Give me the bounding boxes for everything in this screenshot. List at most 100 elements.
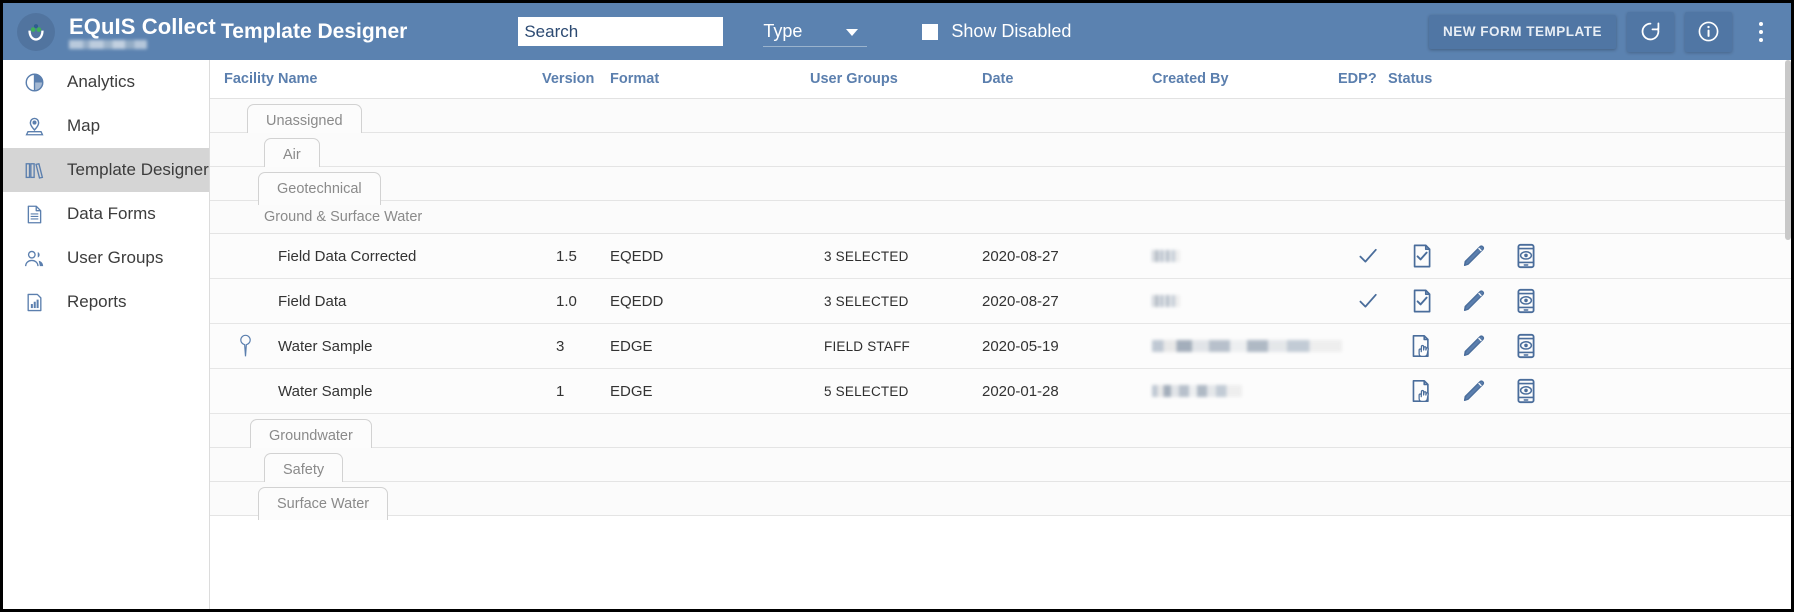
document-check-action-button[interactable]	[1400, 234, 1444, 278]
mobile-preview-action-button[interactable]	[1504, 369, 1548, 413]
cell-version: 3	[556, 324, 564, 368]
report-chart-icon	[19, 291, 49, 314]
table-header-row: FacilityName Version Format User Groups Date…	[210, 60, 1791, 99]
cell-date: 2020-01-28	[982, 369, 1059, 413]
sidebar: Analytics Map Template Designer	[3, 60, 210, 609]
cell-date: 2020-08-27	[982, 234, 1059, 278]
table-row[interactable]: Field Data1.0EQEDD3 SELECTED2020-08-27	[210, 279, 1791, 324]
cell-version: 1.0	[556, 279, 577, 323]
sidebar-item-label: Data Forms	[67, 204, 156, 224]
cell-version: 1.5	[556, 234, 577, 278]
sidebar-item-map[interactable]: Map	[3, 104, 209, 148]
edp-check-icon	[1346, 234, 1390, 278]
group-tab-row: Safety	[210, 448, 1791, 482]
sidebar-item-label: Analytics	[67, 72, 135, 92]
brand: EQuIS Collect	[69, 15, 216, 49]
edit-pencil-action-button[interactable]	[1452, 279, 1496, 323]
type-filter-dropdown[interactable]: Type	[763, 17, 867, 47]
sidebar-item-user-groups[interactable]: User Groups	[3, 236, 209, 280]
column-header-name[interactable]: Name	[278, 71, 318, 87]
cell-name: Field Data Corrected	[278, 234, 416, 278]
mobile-preview-action-button[interactable]	[1504, 279, 1548, 323]
pie-chart-icon	[19, 71, 49, 94]
show-disabled-toggle[interactable]: Show Disabled	[922, 21, 1071, 42]
more-vertical-icon-dot	[1759, 38, 1763, 42]
more-vertical-icon-dot	[1759, 30, 1763, 34]
books-icon	[19, 159, 49, 182]
more-options-button[interactable]	[1741, 12, 1781, 52]
chevron-down-icon	[846, 29, 858, 36]
edit-pencil-action-button[interactable]	[1452, 369, 1496, 413]
column-header-version[interactable]: Version	[542, 71, 594, 87]
brand-area: EQuIS Collect	[3, 3, 210, 60]
edit-pencil-action-button[interactable]	[1452, 324, 1496, 368]
column-header-status[interactable]: Status	[1388, 71, 1432, 87]
cell-created-by-redacted	[1152, 369, 1242, 413]
cell-name: Water Sample	[278, 324, 372, 368]
cell-name: Field Data	[278, 279, 346, 323]
brand-name: EQuIS Collect	[69, 15, 216, 38]
cell-user_groups: 5 SELECTED	[824, 369, 909, 413]
page-title: Template Designer	[221, 20, 407, 44]
sidebar-item-label: Template Designer	[67, 160, 209, 180]
column-header-format[interactable]: Format	[610, 71, 659, 87]
cell-format: EDGE	[610, 369, 653, 413]
info-button[interactable]	[1685, 12, 1732, 52]
brand-subtitle-redacted	[69, 40, 147, 49]
table-row[interactable]: Water Sample3EDGEFIELD STAFF2020-05-19	[210, 324, 1791, 369]
new-form-template-button[interactable]: NEW FORM TEMPLATE	[1429, 15, 1616, 49]
edit-pencil-action-button[interactable]	[1452, 234, 1496, 278]
document-icon	[19, 203, 49, 226]
group-tab-row: Unassigned	[210, 99, 1791, 133]
column-header-user_groups[interactable]: User Groups	[810, 71, 898, 87]
search-input[interactable]: Search	[518, 17, 723, 46]
vertical-scrollbar[interactable]	[1785, 60, 1791, 609]
group-header-expanded[interactable]: Ground & Surface Water	[210, 201, 1791, 234]
show-disabled-label: Show Disabled	[951, 21, 1071, 42]
equis-logo-icon[interactable]	[17, 13, 55, 51]
header-actions: NEW FORM TEMPLATE	[1429, 3, 1791, 60]
sidebar-item-label: Map	[67, 116, 100, 136]
document-hand-action-button[interactable]	[1400, 324, 1444, 368]
group-tab-row: Geotechnical	[210, 167, 1791, 201]
column-header-edp[interactable]: EDP?	[1338, 71, 1377, 87]
mobile-preview-action-button[interactable]	[1504, 324, 1548, 368]
location-pin-icon	[236, 324, 255, 368]
cell-user_groups: 3 SELECTED	[824, 279, 909, 323]
table-row[interactable]: Field Data Corrected1.5EQEDD3 SELECTED20…	[210, 234, 1791, 279]
group-tab-row: Groundwater	[210, 414, 1791, 448]
users-icon	[19, 247, 49, 270]
app-header: EQuIS Collect Template Designer Search T…	[3, 3, 1791, 60]
group-tab[interactable]: Surface Water	[258, 487, 388, 520]
document-check-action-button[interactable]	[1400, 279, 1444, 323]
cell-created-by-redacted	[1152, 234, 1180, 278]
search-placeholder: Search	[524, 22, 578, 41]
mobile-preview-action-button[interactable]	[1504, 234, 1548, 278]
sidebar-item-label: Reports	[67, 292, 127, 312]
cell-format: EQEDD	[610, 234, 663, 278]
group-tab[interactable]: Geotechnical	[258, 172, 381, 205]
table-body: UnassignedAirGeotechnicalGround & Surfac…	[210, 99, 1791, 516]
document-hand-action-button[interactable]	[1400, 369, 1444, 413]
cell-created-by-redacted	[1152, 324, 1342, 368]
cell-name: Water Sample	[278, 369, 372, 413]
sidebar-item-analytics[interactable]: Analytics	[3, 60, 209, 104]
cell-user_groups: FIELD STAFF	[824, 324, 910, 368]
sidebar-item-template-designer[interactable]: Template Designer	[3, 148, 209, 192]
cell-version: 1	[556, 369, 564, 413]
sidebar-item-reports[interactable]: Reports	[3, 280, 209, 324]
map-pin-icon	[19, 115, 49, 138]
sidebar-item-label: User Groups	[67, 248, 163, 268]
sidebar-item-data-forms[interactable]: Data Forms	[3, 192, 209, 236]
table-row[interactable]: Water Sample 1 EDGE 5 SELECTED 2020-01-28	[210, 369, 1791, 414]
show-disabled-checkbox[interactable]	[922, 24, 938, 40]
column-header-facility[interactable]: Facility	[224, 71, 274, 87]
cell-date: 2020-08-27	[982, 279, 1059, 323]
template-table: FacilityName Version Format User Groups Date…	[210, 60, 1791, 609]
edp-check-icon	[1346, 279, 1390, 323]
refresh-button[interactable]	[1627, 12, 1674, 52]
cell-date: 2020-05-19	[982, 324, 1059, 368]
column-header-created_by[interactable]: Created By	[1152, 71, 1229, 87]
type-filter-label: Type	[763, 21, 802, 42]
column-header-date[interactable]: Date	[982, 71, 1013, 87]
